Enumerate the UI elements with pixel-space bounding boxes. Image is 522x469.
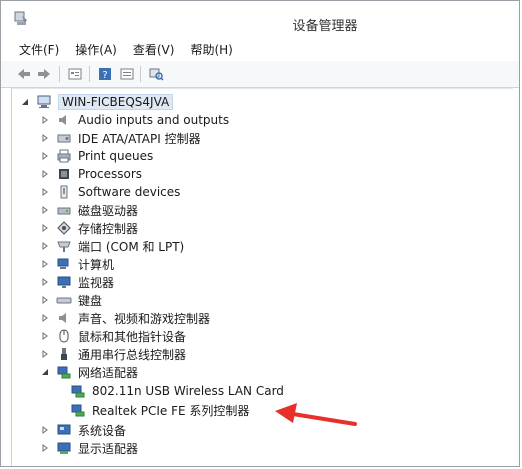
chevron-collapsed-icon[interactable] bbox=[40, 259, 50, 269]
toolbar-separator bbox=[59, 66, 60, 82]
chevron-collapsed-icon[interactable] bbox=[40, 313, 50, 323]
chevron-collapsed-icon[interactable] bbox=[40, 205, 50, 215]
chevron-collapsed-icon[interactable] bbox=[40, 223, 50, 233]
tree-item-label: 通用串行总线控制器 bbox=[78, 347, 187, 362]
computer-icon bbox=[36, 94, 52, 110]
tree-item-keyboards[interactable]: 键盘 bbox=[40, 291, 102, 309]
tree-item-ide-controller[interactable]: IDE ATA/ATAPI 控制器 bbox=[40, 129, 201, 147]
monitor-icon bbox=[56, 274, 72, 290]
back-icon[interactable] bbox=[15, 65, 33, 83]
tree-item-label: Print queues bbox=[78, 149, 154, 163]
display-adapter-icon bbox=[56, 440, 72, 456]
chevron-collapsed-icon[interactable] bbox=[40, 331, 50, 341]
tree-item-label: 计算机 bbox=[78, 257, 115, 272]
tree-item-wireless-lan-card[interactable]: 802.11n USB Wireless LAN Card bbox=[70, 382, 284, 400]
tree-root-label: WIN-FICBEQS4JVA bbox=[58, 94, 174, 110]
tree-item-storage-controllers[interactable]: 存储控制器 bbox=[40, 219, 138, 237]
ide-controller-icon bbox=[56, 130, 72, 146]
help-icon[interactable]: ? bbox=[96, 65, 114, 83]
usb-icon bbox=[56, 346, 72, 362]
tree-item-sound-video[interactable]: 声音、视频和游戏控制器 bbox=[40, 309, 210, 327]
tree-item-label: 系统设备 bbox=[78, 423, 127, 438]
tree-item-usb-controllers[interactable]: 通用串行总线控制器 bbox=[40, 345, 186, 363]
menu-file[interactable]: 文件(F) bbox=[19, 39, 59, 59]
device-tree: WIN-FICBEQS4JVA Audio inputs and outputs… bbox=[11, 88, 513, 466]
tree-item-label: 键盘 bbox=[78, 293, 103, 308]
mouse-icon bbox=[56, 328, 72, 344]
forward-icon[interactable] bbox=[35, 65, 53, 83]
chevron-expanded-icon[interactable] bbox=[40, 367, 50, 377]
computer-icon bbox=[56, 256, 72, 272]
title-bar: 设备管理器 bbox=[1, 1, 519, 37]
tree-item-print-queues[interactable]: Print queues bbox=[40, 147, 153, 165]
tree-item-system-devices[interactable]: 系统设备 bbox=[40, 421, 126, 439]
window-title: 设备管理器 bbox=[292, 19, 358, 34]
tree-item-label: 端口 (COM 和 LPT) bbox=[78, 239, 185, 254]
chevron-collapsed-icon[interactable] bbox=[40, 425, 50, 435]
tree-item-label: Software devices bbox=[78, 185, 181, 199]
svg-text:?: ? bbox=[102, 70, 107, 81]
tree-item-mice[interactable]: 鼠标和其他指针设备 bbox=[40, 327, 186, 345]
tree-item-label: 鼠标和其他指针设备 bbox=[78, 329, 187, 344]
tree-item-network-adapters[interactable]: 网络适配器 bbox=[40, 363, 138, 381]
network-adapter-icon bbox=[70, 383, 86, 399]
tree-item-label: 网络适配器 bbox=[78, 365, 139, 380]
tree-item-software-devices[interactable]: Software devices bbox=[40, 183, 180, 201]
sound-icon bbox=[56, 310, 72, 326]
tree-item-label: 磁盘驱动器 bbox=[78, 203, 139, 218]
chevron-collapsed-icon[interactable] bbox=[40, 241, 50, 251]
tree-item-label: 显示适配器 bbox=[78, 441, 139, 456]
properties-icon[interactable] bbox=[66, 65, 84, 83]
port-icon bbox=[56, 238, 72, 254]
tree-item-display-adapters[interactable]: 显示适配器 bbox=[40, 439, 138, 457]
software-device-icon bbox=[56, 184, 72, 200]
chevron-collapsed-icon[interactable] bbox=[40, 169, 50, 179]
toolbar-separator bbox=[140, 66, 141, 82]
chevron-collapsed-icon[interactable] bbox=[40, 277, 50, 287]
menu-bar: 文件(F) 操作(A) 查看(V) 帮助(H) bbox=[1, 39, 519, 59]
tree-item-disk-drives[interactable]: 磁盘驱动器 bbox=[40, 201, 138, 219]
keyboard-icon bbox=[56, 292, 72, 308]
details-icon[interactable] bbox=[118, 65, 136, 83]
tree-item-ports[interactable]: 端口 (COM 和 LPT) bbox=[40, 237, 184, 255]
tree-item-processors[interactable]: Processors bbox=[40, 165, 142, 183]
scan-hardware-icon[interactable] bbox=[147, 65, 165, 83]
chevron-collapsed-icon[interactable] bbox=[40, 115, 50, 125]
tree-item-label: 声音、视频和游戏控制器 bbox=[78, 311, 211, 326]
tree-item-label: 802.11n USB Wireless LAN Card bbox=[92, 384, 284, 398]
network-adapter-icon bbox=[56, 364, 72, 380]
tree-item-realtek-pcie[interactable]: Realtek PCIe FE 系列控制器 bbox=[70, 401, 249, 419]
menu-view[interactable]: 查看(V) bbox=[133, 39, 175, 59]
chevron-collapsed-icon[interactable] bbox=[40, 295, 50, 305]
chevron-collapsed-icon[interactable] bbox=[40, 443, 50, 453]
tree-item-monitors[interactable]: 监视器 bbox=[40, 273, 114, 291]
tree-item-computer[interactable]: 计算机 bbox=[40, 255, 114, 273]
storage-controller-icon bbox=[56, 220, 72, 236]
chevron-collapsed-icon[interactable] bbox=[40, 349, 50, 359]
toolbar-separator bbox=[89, 66, 90, 82]
device-manager-window: 设备管理器 文件(F) 操作(A) 查看(V) 帮助(H) ? WIN-FICB… bbox=[0, 0, 520, 467]
printer-icon bbox=[56, 148, 72, 164]
chevron-expanded-icon[interactable] bbox=[20, 97, 30, 107]
tree-item-label: Audio inputs and outputs bbox=[78, 113, 230, 127]
chevron-collapsed-icon[interactable] bbox=[40, 187, 50, 197]
system-device-icon bbox=[56, 422, 72, 438]
chevron-collapsed-icon[interactable] bbox=[40, 133, 50, 143]
toolbar: ? bbox=[1, 61, 519, 88]
tree-item-audio[interactable]: Audio inputs and outputs bbox=[40, 111, 229, 129]
disk-drive-icon bbox=[56, 202, 72, 218]
tree-root[interactable]: WIN-FICBEQS4JVA bbox=[20, 93, 174, 111]
menu-help[interactable]: 帮助(H) bbox=[190, 39, 232, 59]
tree-item-label: 存储控制器 bbox=[78, 221, 139, 236]
network-adapter-icon bbox=[70, 402, 86, 418]
processor-icon bbox=[56, 166, 72, 182]
tree-item-label: Processors bbox=[78, 167, 143, 181]
tree-item-label: 监视器 bbox=[78, 275, 115, 290]
speaker-icon bbox=[56, 112, 72, 128]
chevron-collapsed-icon[interactable] bbox=[40, 151, 50, 161]
menu-action[interactable]: 操作(A) bbox=[75, 39, 117, 59]
tree-item-label: Realtek PCIe FE 系列控制器 bbox=[92, 403, 250, 418]
tree-item-label: IDE ATA/ATAPI 控制器 bbox=[78, 131, 201, 146]
